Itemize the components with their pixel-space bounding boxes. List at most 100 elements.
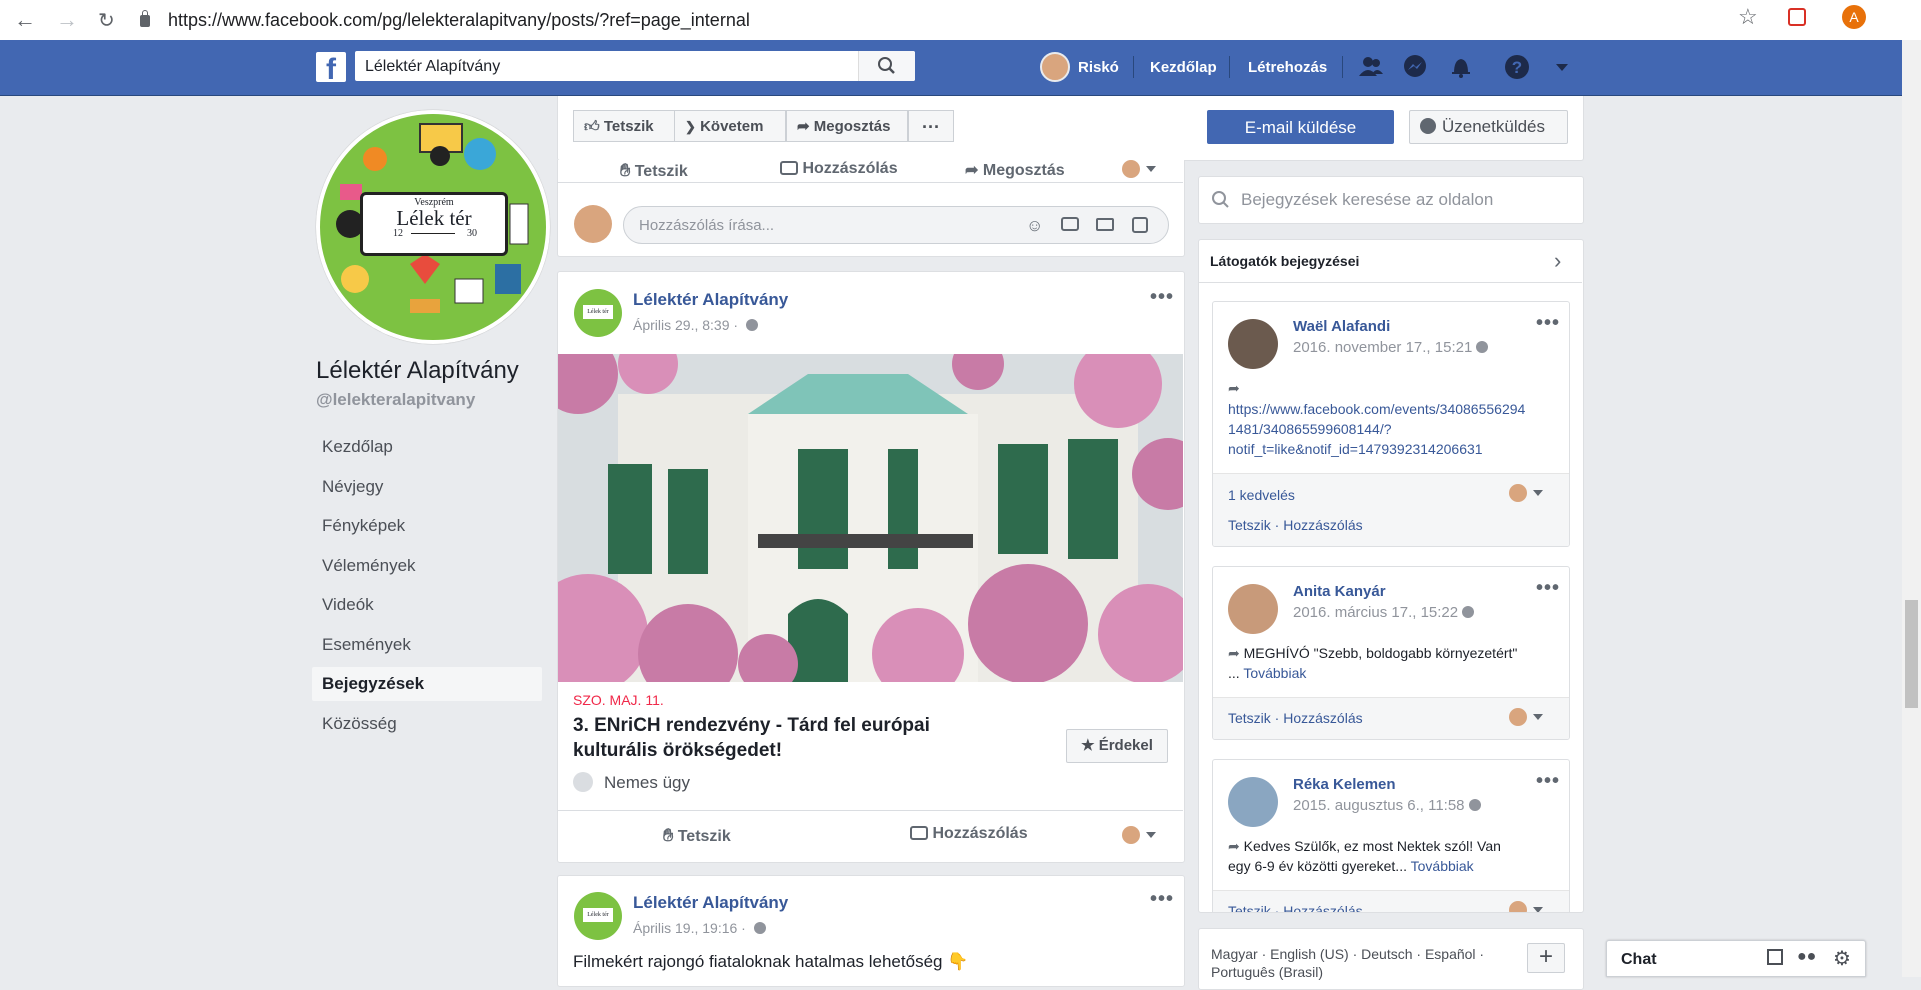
profile-avatar[interactable]: A xyxy=(1842,5,1866,29)
visitor-reaction-picker[interactable] xyxy=(1509,901,1543,912)
visitor-time[interactable]: 2015. augusztus 6., 11:58 xyxy=(1293,797,1481,814)
nav-item-photos[interactable]: Fényképek xyxy=(312,509,542,543)
gif-icon[interactable] xyxy=(1096,218,1114,231)
post1-event-title-line2[interactable]: kulturális örökségedet! xyxy=(573,740,782,762)
visitor-avatar[interactable] xyxy=(1228,777,1278,827)
post1-event-image[interactable] xyxy=(558,354,1183,682)
see-more-link[interactable]: Továbbiak xyxy=(1243,665,1306,681)
new-message-icon[interactable] xyxy=(1767,949,1783,965)
emoji-icon[interactable]: ☺ xyxy=(1026,216,1043,236)
star-icon[interactable]: ☆ xyxy=(1738,4,1758,30)
visitor-posts-title[interactable]: Látogatók bejegyzései xyxy=(1210,253,1359,269)
comment-input[interactable]: Hozzászólás írása... ☺ xyxy=(623,206,1169,244)
facebook-logo-icon[interactable]: f xyxy=(316,52,346,82)
chat-bar[interactable]: Chat ●● ⚙ xyxy=(1606,940,1866,977)
visitor-post-link[interactable]: https://www.facebook.com/events/34086556… xyxy=(1228,399,1525,459)
like-page-button[interactable]: 👍︎ Tetszik xyxy=(573,110,683,142)
visitor-comment-link[interactable]: Hozzászólás xyxy=(1283,517,1362,533)
page-post-search[interactable]: Bejegyzések keresése az oldalon xyxy=(1198,176,1584,224)
nav-item-reviews[interactable]: Vélemények xyxy=(312,549,542,583)
create-link[interactable]: Létrehozás xyxy=(1248,59,1327,76)
account-menu-chevron-icon[interactable] xyxy=(1556,64,1568,71)
visitor-comment-link[interactable]: Hozzászólás xyxy=(1283,903,1362,912)
back-icon[interactable]: ← xyxy=(14,7,36,33)
camera-icon[interactable] xyxy=(1061,217,1079,231)
settings-gear-icon[interactable]: ⚙ xyxy=(1833,946,1851,971)
follow-page-button[interactable]: ❯ Követem xyxy=(674,110,786,142)
page-scrollbar[interactable] xyxy=(1902,40,1921,977)
search-input[interactable] xyxy=(363,51,847,83)
visitor-avatar[interactable] xyxy=(1228,584,1278,634)
search-button[interactable] xyxy=(858,51,915,81)
post1-event-title-line1[interactable]: 3. ENriCH rendezvény - Tárd fel európai xyxy=(573,715,930,737)
post1-author-avatar[interactable]: Lélek tér xyxy=(574,289,622,337)
address-bar[interactable]: https://www.facebook.com/pg/lelekteralap… xyxy=(140,6,1740,34)
new-group-icon[interactable]: ●● xyxy=(1797,948,1816,966)
extension-icon[interactable] xyxy=(1788,8,1806,26)
user-name-link[interactable]: Riskó xyxy=(1078,59,1119,76)
post0-share-label: Megosztás xyxy=(982,162,1065,179)
visitor-post-footer: Tetszik · Hozzászólás xyxy=(1213,697,1569,739)
sticker-icon[interactable] xyxy=(1132,217,1148,233)
nav-item-posts[interactable]: Bejegyzések xyxy=(312,667,542,701)
language-list[interactable]: Magyar · English (US) · Deutsch · Españo… xyxy=(1211,945,1484,981)
chevron-right-icon[interactable]: › xyxy=(1554,248,1561,274)
post2-author-avatar[interactable]: Lélek tér xyxy=(574,892,622,940)
nav-item-about[interactable]: Névjegy xyxy=(312,470,542,504)
post2-author-name[interactable]: Lélektér Alapítvány xyxy=(633,893,788,913)
post0-share-button[interactable]: ➦ Megosztás xyxy=(965,160,1065,180)
page-handle[interactable]: @lelekteralapitvany xyxy=(316,390,475,410)
nav-item-community[interactable]: Közösség xyxy=(312,707,542,741)
post1-author-name[interactable]: Lélektér Alapítvány xyxy=(633,290,788,310)
nav-item-videos[interactable]: Videók xyxy=(312,588,542,622)
visitor-reaction-picker[interactable] xyxy=(1509,708,1543,726)
visitor-reaction-picker[interactable] xyxy=(1509,484,1543,502)
visitor-options-icon[interactable]: ••• xyxy=(1536,770,1560,793)
visitor-avatar[interactable] xyxy=(1228,319,1278,369)
page-scrollbar-thumb[interactable] xyxy=(1905,600,1918,708)
add-language-button[interactable]: + xyxy=(1527,943,1565,973)
post1-like-button[interactable]: ✋︎ Tetszik xyxy=(663,825,731,846)
see-more-link[interactable]: Továbbiak xyxy=(1411,858,1474,874)
visitor-options-icon[interactable]: ••• xyxy=(1536,312,1560,335)
interested-button[interactable]: ★ Érdekel xyxy=(1066,729,1168,763)
forward-icon[interactable]: → xyxy=(56,7,78,33)
visitor-like-link[interactable]: Tetszik xyxy=(1228,517,1271,533)
notifications-icon[interactable] xyxy=(1448,54,1474,80)
visitor-time[interactable]: 2016. március 17., 15:22 xyxy=(1293,604,1475,621)
post0-like-button[interactable]: ✋︎ Tetszik xyxy=(620,160,688,181)
visitor-name[interactable]: Anita Kanyár xyxy=(1293,583,1386,600)
post1-reaction-picker[interactable] xyxy=(1122,826,1156,844)
visitor-likes-count[interactable]: 1 kedvelés xyxy=(1228,487,1295,503)
post1-timestamp[interactable]: Április 29., 8:39 · xyxy=(633,317,758,333)
post2-timestamp[interactable]: Április 19., 19:16 · xyxy=(633,920,766,936)
visitor-like-link[interactable]: Tetszik xyxy=(1228,903,1271,912)
post1-cause[interactable]: Nemes ügy xyxy=(604,773,690,793)
post1-comment-button[interactable]: Hozzászólás xyxy=(910,825,1028,843)
send-email-button[interactable]: E-mail küldése xyxy=(1207,110,1394,144)
nav-item-home[interactable]: Kezdőlap xyxy=(312,430,542,464)
share-page-button[interactable]: ➦ Megosztás xyxy=(786,110,908,142)
post1-options-icon[interactable]: ••• xyxy=(1150,286,1174,309)
post0-comment-button[interactable]: Hozzászólás xyxy=(780,160,898,178)
nav-item-events[interactable]: Események xyxy=(312,628,542,662)
visitor-options-icon[interactable]: ••• xyxy=(1536,577,1560,600)
visitor-time-text: 2015. augusztus 6., 11:58 xyxy=(1293,797,1465,814)
post2-options-icon[interactable]: ••• xyxy=(1150,888,1174,911)
page-profile-picture[interactable]: Veszprém Lélek tér 12 30 xyxy=(316,110,550,344)
visitor-name[interactable]: Waël Alafandi xyxy=(1293,318,1390,335)
more-options-button[interactable]: ··· xyxy=(908,110,954,142)
help-icon[interactable]: ? xyxy=(1504,54,1530,80)
post0-reaction-picker[interactable] xyxy=(1122,160,1156,178)
home-link[interactable]: Kezdőlap xyxy=(1150,59,1217,76)
friend-requests-icon[interactable] xyxy=(1358,54,1384,80)
send-message-button[interactable]: Üzenetküldés xyxy=(1409,110,1568,144)
user-avatar[interactable] xyxy=(1040,52,1070,82)
visitor-like-link[interactable]: Tetszik xyxy=(1228,710,1271,726)
visitor-comment-link[interactable]: Hozzászólás xyxy=(1283,710,1362,726)
visitor-name[interactable]: Réka Kelemen xyxy=(1293,776,1396,793)
reload-icon[interactable]: ↻ xyxy=(98,8,115,33)
messenger-icon[interactable] xyxy=(1402,54,1428,80)
post1-comment-label: Hozzászólás xyxy=(932,825,1028,842)
visitor-time[interactable]: 2016. november 17., 15:21 xyxy=(1293,339,1489,356)
